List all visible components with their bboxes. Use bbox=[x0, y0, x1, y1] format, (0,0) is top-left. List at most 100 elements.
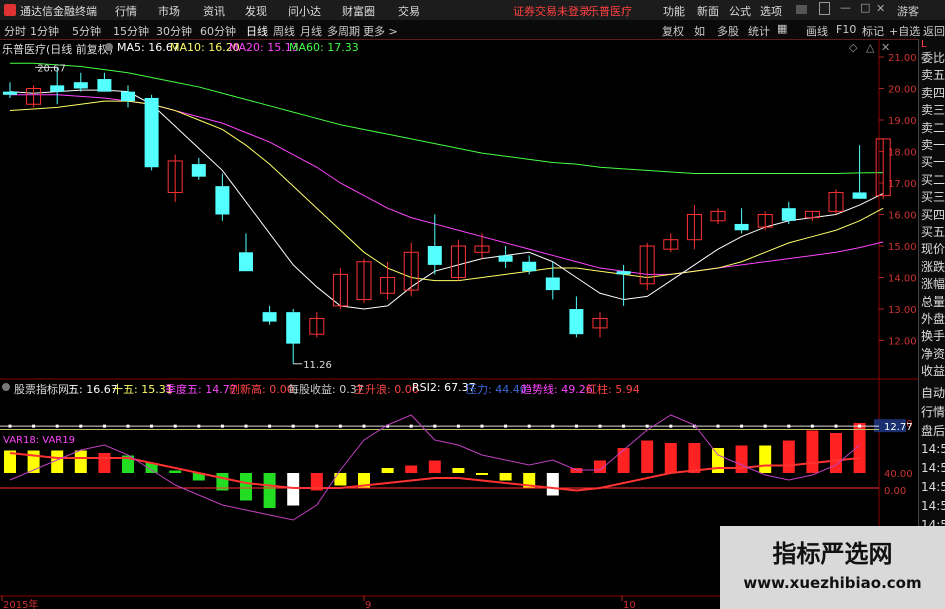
indicator-bar bbox=[428, 460, 441, 473]
osc-dot bbox=[197, 424, 201, 428]
indicator-bar bbox=[546, 473, 559, 496]
indicator-bar bbox=[334, 473, 347, 486]
period-1min[interactable]: 1分钟 bbox=[30, 23, 59, 39]
quote-panel-item: 外盘 bbox=[921, 312, 945, 326]
indicator-bar bbox=[263, 473, 276, 508]
period-fenshi[interactable]: 分时 bbox=[4, 23, 26, 39]
candle-body bbox=[191, 164, 206, 177]
indicator-bar bbox=[688, 443, 701, 473]
indicator-bar bbox=[98, 453, 111, 473]
price-axis-label: 20.00 bbox=[888, 85, 917, 96]
quote-panel-item: 卖三 bbox=[921, 103, 945, 118]
quote-panel: L 委比 卖五 卖四 卖三 卖二 卖一 买一 买二 买三 买四 买五 现价 涨跌 涨幅 总量 外盘 换手 净资 收益… bbox=[918, 39, 945, 609]
candle-body bbox=[3, 91, 17, 95]
indicator-bar bbox=[169, 470, 182, 473]
price-axis-label: 12.00 bbox=[888, 337, 917, 348]
quote-panel-item: 14:50 bbox=[921, 441, 945, 456]
quote-panel-item: 净资 bbox=[921, 346, 945, 361]
period-weekly[interactable]: 周线 bbox=[273, 23, 295, 39]
candle-body bbox=[144, 97, 159, 168]
f10-button[interactable]: F10 bbox=[836, 23, 856, 36]
price-axis-label: 15.00 bbox=[888, 242, 917, 253]
menu-caifuquan[interactable]: 财富圈 bbox=[342, 3, 375, 19]
indicator-axis-label: 40.00 bbox=[884, 469, 913, 480]
osc-dot bbox=[102, 424, 106, 428]
osc-dot bbox=[362, 424, 366, 428]
stats-button[interactable]: 统计 bbox=[748, 23, 770, 39]
osc-dot bbox=[456, 424, 460, 428]
close-icon[interactable]: ✕ bbox=[876, 2, 885, 15]
osc-dot bbox=[598, 424, 602, 428]
indicator-axis-label: 0.00 bbox=[884, 486, 906, 497]
osc-dot bbox=[551, 424, 555, 428]
candle-body bbox=[97, 79, 112, 92]
draw-line-button[interactable]: 画线 bbox=[806, 23, 828, 39]
maximize-icon[interactable]: □ bbox=[860, 1, 870, 14]
menu-gongshi[interactable]: 公式 bbox=[729, 3, 751, 19]
quote-panel-item: 收益 bbox=[921, 364, 945, 379]
grid-icon[interactable]: ▦ bbox=[777, 22, 787, 35]
watermark-url: www.xuezhibiao.com bbox=[743, 574, 922, 592]
indicator-bar bbox=[476, 473, 488, 475]
price-axis-label: 19.00 bbox=[888, 116, 917, 127]
ru-button[interactable]: 如 bbox=[694, 23, 705, 39]
indicator-bar bbox=[664, 443, 677, 473]
osc-dot bbox=[291, 424, 295, 428]
menu-zixun[interactable]: 资讯 bbox=[203, 3, 225, 19]
quote-panel-item: 卖一 bbox=[921, 138, 945, 152]
osc-dot bbox=[716, 424, 720, 428]
period-monthly[interactable]: 月线 bbox=[300, 23, 322, 39]
quote-panel-item: 买一 bbox=[921, 155, 945, 170]
osc-dot bbox=[150, 424, 154, 428]
price-axis-label: 16.00 bbox=[888, 211, 917, 222]
osc-dot bbox=[126, 424, 130, 428]
osc-dot bbox=[55, 424, 59, 428]
guest-label[interactable]: 游客 bbox=[897, 3, 919, 19]
menu-xuanxiang[interactable]: 选项 bbox=[760, 3, 782, 19]
osc-dot bbox=[645, 424, 649, 428]
menu-xinmian[interactable]: 新面 bbox=[697, 3, 719, 19]
back-button[interactable]: 返回 bbox=[923, 23, 945, 39]
broker-notice[interactable]: 证券交易未登录 bbox=[513, 3, 590, 19]
menu-gongneng[interactable]: 功能 bbox=[663, 3, 685, 19]
quote-panel-item: 14:50 bbox=[921, 460, 945, 475]
period-5min[interactable]: 5分钟 bbox=[72, 23, 101, 39]
quote-panel-item: 买二 bbox=[921, 172, 945, 187]
candle-body bbox=[239, 252, 253, 272]
period-more[interactable]: 更多 > bbox=[363, 23, 398, 39]
quote-panel-item: 自动 bbox=[921, 386, 945, 400]
osc-dot bbox=[763, 424, 767, 428]
period-daily[interactable]: 日线 bbox=[246, 23, 268, 39]
menu-hangqing[interactable]: 行情 bbox=[115, 3, 137, 19]
period-30min[interactable]: 30分钟 bbox=[156, 23, 192, 39]
candle-body bbox=[286, 312, 301, 344]
mark-button[interactable]: 标记 bbox=[862, 23, 884, 39]
multi-stock-button[interactable]: 多股 bbox=[717, 23, 739, 39]
indicator-bar bbox=[240, 473, 252, 501]
menu-wenxiaoda[interactable]: 问小达 bbox=[288, 3, 321, 19]
watermark: 指标严选网 www.xuezhibiao.com bbox=[720, 526, 945, 609]
period-60min[interactable]: 60分钟 bbox=[200, 23, 236, 39]
window-icon[interactable] bbox=[819, 2, 830, 15]
osc-dot bbox=[268, 424, 272, 428]
minimize-icon[interactable]: — bbox=[840, 1, 851, 14]
ma60-line bbox=[10, 62, 884, 175]
menu-faxian[interactable]: 发现 bbox=[245, 3, 267, 19]
osc-dot bbox=[480, 424, 484, 428]
osc-dot bbox=[527, 424, 531, 428]
quote-panel-item: 买四 bbox=[921, 207, 945, 222]
skin-icon[interactable] bbox=[796, 5, 807, 14]
var-label: VAR18: VAR19 bbox=[3, 435, 75, 446]
osc-dot bbox=[244, 424, 248, 428]
price-axis-label: 14.00 bbox=[888, 274, 917, 285]
kline-chart[interactable]: 21.00 20.00 19.00 18.00 17.00 16.00 15.00 14.00… bbox=[0, 39, 918, 609]
menu-jiaoyi[interactable]: 交易 bbox=[398, 3, 420, 19]
candle-body bbox=[616, 271, 631, 275]
menu-shichang[interactable]: 市场 bbox=[158, 3, 180, 19]
indicator-bar bbox=[641, 440, 654, 473]
period-multi[interactable]: 多周期 bbox=[327, 23, 360, 39]
period-15min[interactable]: 15分钟 bbox=[113, 23, 149, 39]
add-watchlist-button[interactable]: +自选 bbox=[889, 23, 920, 39]
stock-name-title: 乐普医疗 bbox=[588, 5, 632, 18]
fuquan-button[interactable]: 复权 bbox=[662, 23, 684, 39]
